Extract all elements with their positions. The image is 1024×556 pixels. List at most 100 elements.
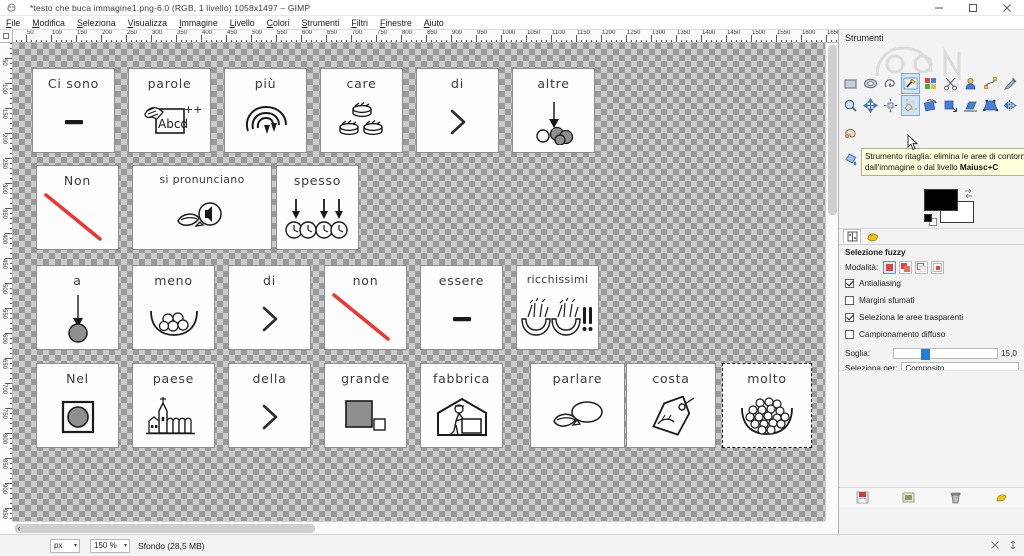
- menu-item-colori[interactable]: Colori: [261, 16, 296, 30]
- tool-option-checkbox-row[interactable]: Antialiasing: [839, 275, 1024, 292]
- checkbox-campionamento-diffuso[interactable]: [845, 330, 854, 339]
- maximize-button[interactable]: [956, 0, 990, 16]
- zoom-dropdown[interactable]: 150 % ▾: [90, 538, 130, 553]
- menu-item-filtri[interactable]: Filtri: [345, 16, 374, 30]
- move-tool[interactable]: [861, 95, 880, 116]
- menu-item-visualizza[interactable]: Visualizza: [122, 16, 173, 30]
- menu-item-modifica[interactable]: Modifica: [26, 16, 71, 30]
- tool-option-checkbox-row[interactable]: Margini sfumati: [839, 292, 1024, 309]
- pictogram-card[interactable]: spesso: [276, 165, 359, 250]
- pictogram-card[interactable]: altre: [512, 68, 595, 153]
- device-status-tab[interactable]: [864, 229, 882, 244]
- free-select-tool[interactable]: [881, 73, 900, 94]
- pictogram-card[interactable]: grande: [324, 363, 407, 448]
- pictogram-card[interactable]: molto: [722, 363, 812, 448]
- swap-colors-icon[interactable]: [963, 186, 974, 204]
- foreground-select-tool[interactable]: [961, 73, 980, 94]
- pictogram-card[interactable]: più: [224, 68, 307, 153]
- zoom-tool[interactable]: [841, 95, 860, 116]
- tool-option-checkbox-row[interactable]: Seleziona le aree trasparenti: [839, 309, 1024, 326]
- pictogram-card[interactable]: costa: [626, 363, 716, 448]
- pictogram-card[interactable]: care: [320, 68, 403, 153]
- pictogram-card[interactable]: Non: [36, 165, 119, 250]
- foreground-color-swatch[interactable]: [924, 189, 958, 211]
- reset-tool-options-button[interactable]: [993, 490, 1011, 506]
- scroll-left-icon[interactable]: ‹: [12, 522, 26, 534]
- pictogram-card[interactable]: Ci sono: [32, 68, 115, 153]
- pictogram-card[interactable]: paese: [132, 363, 215, 448]
- horizontal-scroll-thumb[interactable]: [15, 524, 315, 533]
- subtract-selection-mode[interactable]: [915, 261, 929, 274]
- scale-tool[interactable]: [941, 95, 960, 116]
- minimize-button[interactable]: [922, 0, 956, 16]
- unit-value: px: [54, 541, 63, 550]
- checkbox-margini-sfumati[interactable]: [845, 296, 854, 305]
- ruler-tick-label: 1300: [652, 30, 666, 36]
- ruler-tick-label: 50: [1, 59, 7, 66]
- shear-tool[interactable]: [961, 95, 980, 116]
- pictogram-card-label: parlare: [552, 371, 603, 386]
- pictogram-card[interactable]: si pronunciano: [132, 165, 272, 250]
- resize-grip-icon[interactable]: [1008, 537, 1018, 555]
- pictogram-card[interactable]: Nel: [36, 363, 119, 448]
- threshold-slider-knob[interactable]: [920, 349, 930, 360]
- image-canvas[interactable]: Ci sono parole Abcd ++ più care di altre: [13, 43, 825, 521]
- crop-tool[interactable]: [901, 94, 920, 116]
- tool-options-checkbox-group: Antialiasing Margini sfumati Seleziona le …: [839, 275, 1024, 343]
- close-button[interactable]: [990, 0, 1024, 16]
- rectangle-select-tool[interactable]: [841, 73, 860, 94]
- status-bar: px ▾ 150 % ▾ Sfondo (28,5 MB): [0, 534, 1024, 556]
- delete-tool-options-button[interactable]: [946, 490, 964, 506]
- menu-item-livello[interactable]: Livello: [224, 16, 261, 30]
- paths-tool[interactable]: [981, 73, 1000, 94]
- ruler-origin-button[interactable]: [0, 30, 13, 43]
- cancel-icon[interactable]: [990, 537, 1000, 555]
- color-picker-tool[interactable]: [1001, 73, 1020, 94]
- checkbox-seleziona-le-aree-trasparenti[interactable]: [845, 313, 854, 322]
- perspective-tool[interactable]: [981, 95, 1000, 116]
- vertical-ruler[interactable]: 50 100 150 200 250 300 350 400 450 500 550 600 650 70…: [0, 43, 13, 521]
- pictogram-card[interactable]: della: [228, 363, 311, 448]
- checkbox-antialiasing[interactable]: [845, 279, 854, 288]
- horizontal-ruler[interactable]: 50 100 150 200 250 300 350 400 450 500 550 600 650 70…: [13, 30, 838, 43]
- menu-item-seleziona[interactable]: Seleziona: [71, 16, 122, 30]
- scissors-select-tool[interactable]: [941, 73, 960, 94]
- canvas-horizontal-scrollbar[interactable]: [13, 521, 825, 534]
- canvas-vertical-scrollbar[interactable]: [825, 43, 838, 521]
- reset-colors-fg-icon[interactable]: [924, 214, 932, 222]
- flip-tool[interactable]: [1001, 95, 1020, 116]
- ruler-tick-label: 1150: [577, 30, 590, 36]
- pictogram-card[interactable]: ricchissimi: [516, 265, 599, 350]
- intersect-selection-mode[interactable]: [931, 261, 945, 274]
- pictogram-card[interactable]: fabbrica: [420, 363, 503, 448]
- add-to-selection-mode[interactable]: [899, 261, 913, 274]
- ellipse-select-tool[interactable]: [861, 73, 880, 94]
- save-tool-options-button[interactable]: [853, 490, 871, 506]
- tool-options-tab[interactable]: [843, 229, 861, 244]
- bucket-fill-tool[interactable]: [841, 149, 860, 170]
- menu-item-finestre[interactable]: Finestre: [374, 16, 418, 30]
- fuzzy-select-tool[interactable]: [901, 72, 920, 94]
- pictogram-card[interactable]: di: [416, 68, 499, 153]
- restore-tool-options-button[interactable]: [900, 490, 918, 506]
- pictogram-card[interactable]: meno: [132, 265, 215, 350]
- pictogram-card[interactable]: parole Abcd ++: [128, 68, 211, 153]
- menu-item-strumenti[interactable]: Strumenti: [296, 16, 346, 30]
- menu-item-aiuto[interactable]: Aiuto: [418, 16, 450, 30]
- threshold-slider[interactable]: [893, 348, 998, 360]
- warp-transform-tool[interactable]: [841, 122, 860, 143]
- pictogram-card[interactable]: parlare: [530, 363, 625, 448]
- replace-selection-mode[interactable]: [883, 261, 897, 274]
- rotate-tool[interactable]: [921, 95, 940, 116]
- vertical-scroll-thumb[interactable]: [828, 45, 837, 215]
- pictogram-card[interactable]: a: [36, 265, 119, 350]
- menu-item-file[interactable]: File: [0, 16, 26, 30]
- pictogram-card[interactable]: non: [324, 265, 407, 350]
- tool-option-checkbox-row[interactable]: Campionamento diffuso: [839, 326, 1024, 343]
- unit-dropdown[interactable]: px ▾: [50, 538, 80, 553]
- pictogram-card[interactable]: di: [228, 265, 311, 350]
- pictogram-card[interactable]: essere: [420, 265, 503, 350]
- select-by-color-tool[interactable]: [921, 73, 940, 94]
- menu-item-immagine[interactable]: Immagine: [173, 16, 224, 30]
- align-tool[interactable]: [881, 95, 900, 116]
